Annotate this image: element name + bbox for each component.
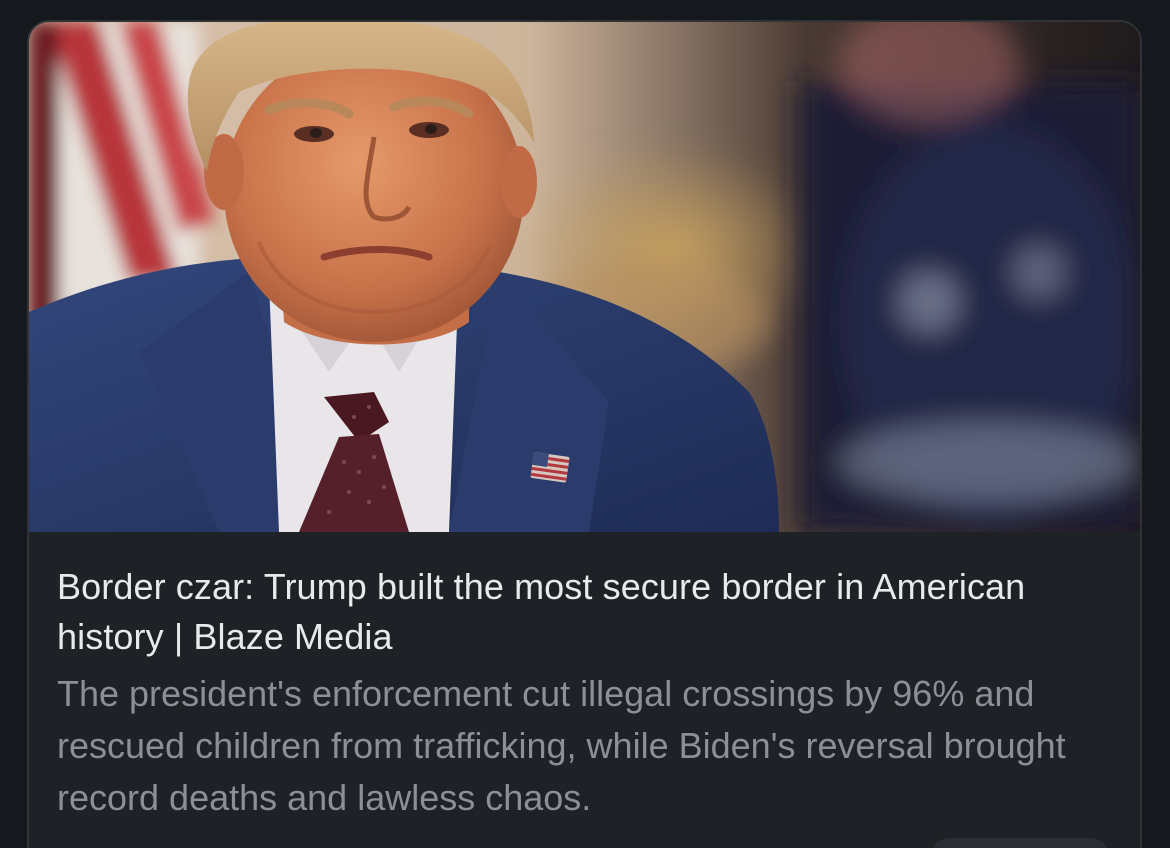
card-headline[interactable]: Border czar: Trump built the most secure…: [57, 562, 1112, 662]
partial-action-pill[interactable]: [930, 838, 1110, 848]
photo-illustration: [29, 22, 1140, 532]
page: Border czar: Trump built the most secure…: [0, 0, 1170, 848]
card-image[interactable]: [29, 22, 1140, 532]
link-preview-card[interactable]: Border czar: Trump built the most secure…: [27, 20, 1142, 848]
previous-content-edge: [0, 0, 1170, 8]
card-description: The president's enforcement cut illegal …: [57, 673, 1066, 818]
card-text-area[interactable]: Border czar: Trump built the most secure…: [29, 532, 1140, 824]
